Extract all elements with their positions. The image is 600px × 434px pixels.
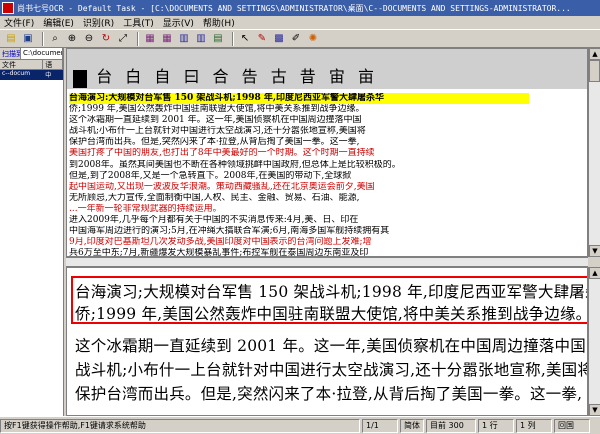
select-icon[interactable]: ▥ [177,32,191,46]
toolbar-separator [232,31,234,46]
status-row: 1 行 [478,418,514,433]
status-page: 1/1 [362,418,398,433]
zoom-icon[interactable]: ⌕ [48,32,62,46]
menu-help[interactable]: 帮助(H) [203,16,235,29]
text-line[interactable]: 保护台湾而出兵。但是,突然闪来了本·拉登,从背后掏了美国一拳。这一拳, [75,382,582,404]
col-value: 1 [520,421,526,430]
image-header-text: 台 白 自 曰 合 告 古 昔 宙 亩 [96,67,378,86]
tab-folder[interactable]: C:\documents [21,48,63,59]
list-item[interactable]: c--docum 中 [0,70,63,80]
scroll-thumb[interactable] [589,60,600,82]
status-dpi: 目前 300 [426,418,476,433]
brush-icon[interactable]: ✐ [289,32,303,46]
palette-icon[interactable]: ✺ [306,32,320,46]
toolbar-separator [137,31,139,46]
column-file[interactable]: 文件 [0,60,44,69]
image-line: 兵6万至中东;7月,新疆爆发大规模暴乱事件;布控军舰在泰国周边东南亚及印 [69,248,369,257]
status-bar: 按F1键获得操作帮助,F1键请求系统帮助 1/1 简体 目前 300 1 行 1… [0,416,600,434]
toolbar-separator [42,31,44,46]
row-label: 行 [489,421,498,430]
zoom-out-icon[interactable]: ⊖ [82,32,96,46]
dpi-label: 目前 [430,421,446,430]
menu-bar: 文件(F) 编辑(E) 识别(R) 工具(T) 显示(V) 帮助(H) [0,16,600,29]
image-vertical-scrollbar[interactable]: ▲ ▼ [588,48,600,257]
image-line: 无所顾忌,大力宣传,全面制衡中国,人权、民主、金融、贸易、石油、能源, [69,192,360,203]
menu-recognize[interactable]: 识别(R) [83,16,114,29]
zoom-in-icon[interactable]: ⊕ [65,32,79,46]
image-header-band: 台 白 自 曰 合 告 古 昔 宙 亩 [67,49,587,89]
status-lang: 简体 [400,418,424,433]
bookmark-icon [73,70,87,88]
scroll-up-icon[interactable]: ▲ [589,48,600,60]
text-line[interactable]: 台海演习;大规模对台军售 150 架战斗机;1998 年,印度尼西亚军警大肆屠杀… [75,280,587,302]
text-line[interactable]: 战斗机;小布什一上台就针对中国进行太空战演习,还十分嚣张地宣称,美国将 [75,358,587,380]
image-line: 起中国运动,又出现一波波反华浪潮。策动西藏骚乱,还在北京奥运会前夕,美国 [69,181,375,192]
dpi-value: 300 [448,421,464,430]
column-icon[interactable]: ▥ [194,32,208,46]
file-list-pane: 扫描到 C:\documents 文件 语 c--docum 中 [0,48,64,416]
left-pane-tabs: 扫描到 C:\documents [0,48,63,60]
image-view-pane[interactable]: 台 白 自 曰 合 告 古 昔 宙 亩 台海演习:大规模对台军售 150 架战斗… [66,48,588,257]
file-lang: 中 [45,72,52,79]
recognize-icon[interactable]: ▩ [272,32,286,46]
row-value: 1 [482,421,488,430]
text-line[interactable]: 这个冰霜期一直延续到 2001 年。这一年,美国侦察机在中国周边撞落中国 [75,334,586,356]
image-line: 9月,印度对巴基斯坦几次发动多战,美国印度对中国表示的台湾问题上发难;增 [69,237,372,248]
layout-icon[interactable]: ▦ [160,32,174,46]
col-label: 列 [527,421,536,430]
app-icon [2,2,14,14]
image-line: 进入2009年,几乎每个月都有关于中国的不实消息传来:4月,美、日、印在 [69,215,359,226]
page-icon[interactable]: ▦ [143,32,157,46]
image-line: 这个冰霜期一直延续到 2001 年。这一年,美国侦察机在中国周边撞落中国 [69,115,362,126]
status-hint: 按F1键获得操作帮助,F1键请求系统帮助 [0,418,360,433]
menu-tools[interactable]: 工具(T) [123,16,154,29]
toolbar: ▤ ▣ ⌕ ⊕ ⊖ ↻ ⤢ ▦ ▦ ▥ ▥ ▤ ↖ ✎ ▩ ✐ ✺ [0,29,600,48]
pen-icon[interactable]: ✎ [255,32,269,46]
image-line: 美国打疼了中国的朋友,也打出了8年中美最好的一个时期。这个时期一直持续 [69,148,375,159]
status-mode: 回国 [554,418,590,433]
title-bar[interactable]: 尚书七号OCR - Default Task - [C:\DOCUMENTS A… [0,0,600,16]
image-text-block: 台海演习:大规模对台军售 150 架战斗机;1998 年,印度尼西亚军警大肆屠杀… [69,93,529,257]
text-vertical-scrollbar[interactable]: ▲ ▼ [588,267,600,416]
arrow-icon[interactable]: ↖ [238,32,252,46]
scroll-up-icon[interactable]: ▲ [589,267,600,279]
image-line: 侨;1999 年,美国公然轰炸中国驻南联盟大使馆,将中美关系推到战争边缘。 [69,104,365,115]
table-icon[interactable]: ▤ [211,32,225,46]
image-line: ...一年新一轮非常规武器的持续运用。 [69,203,222,214]
column-lang[interactable]: 语 [43,60,63,69]
image-horizontal-scrollbar[interactable] [66,257,588,267]
image-line: 但是,到了2008年,又是一个急转直下。2008年,在美国的带动下,全球掀 [69,170,352,181]
status-col: 1 列 [516,418,552,433]
file-list-header: 文件 语 [0,60,63,70]
file-name: c--docum [2,70,31,77]
menu-edit[interactable]: 编辑(E) [43,16,74,29]
image-line: 中国海军周边进行的演习;5月,在冲绳大搞联合军演;6月,南海多国军舰持续拥有其 [69,226,390,237]
text-edit-pane[interactable]: 台海演习;大规模对台军售 150 架战斗机;1998 年,印度尼西亚军警大肆屠杀… [66,267,588,416]
tab-scan[interactable]: 扫描到 [0,48,21,59]
open-icon[interactable]: ▤ [4,32,18,46]
image-line: 到2008年。虽然其间美国也不断在各种领域挑衅中国政府,但总体上是比较积极的。 [69,159,401,170]
window-title: 尚书七号OCR - Default Task - [C:\DOCUMENTS A… [17,3,571,13]
scroll-down-icon[interactable]: ▼ [589,245,600,257]
menu-file[interactable]: 文件(F) [4,16,34,29]
image-line: 战斗机;小布什一上台就针对中国进行太空战演习,还十分嚣张地宣称,美国将 [69,126,366,137]
highlighted-line: 台海演习:大规模对台军售 150 架战斗机;1998 年,印度尼西亚军警大肆屠杀… [69,93,529,105]
fit-icon[interactable]: ⤢ [116,32,130,46]
save-icon[interactable]: ▣ [21,32,35,46]
text-line[interactable]: 侨;1999 年,美国公然轰炸中国驻南联盟大使馆,将中美关系推到战争边缘。 [75,302,587,324]
scroll-down-icon[interactable]: ▼ [589,404,600,416]
menu-view[interactable]: 显示(V) [163,16,194,29]
image-line: 保护台湾而出兵。但是,突然闪来了本·拉登,从背后掏了美国一拳。这一拳, [69,137,360,148]
rotate-icon[interactable]: ↻ [99,32,113,46]
